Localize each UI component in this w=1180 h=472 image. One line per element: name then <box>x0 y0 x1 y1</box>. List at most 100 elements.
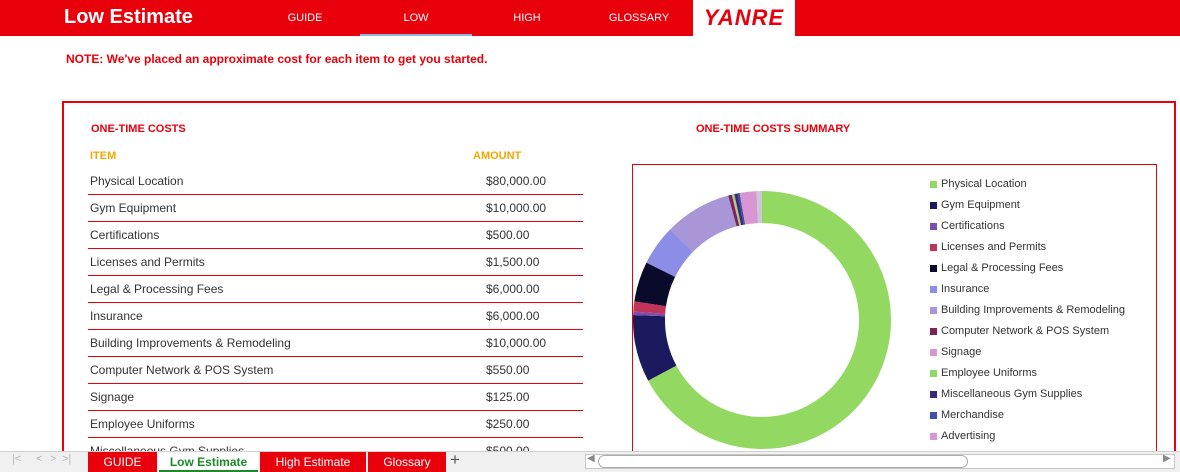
legend-swatch <box>930 370 937 377</box>
legend-label: Signage <box>941 346 982 358</box>
note-text: NOTE: We've placed an approximate cost f… <box>66 52 488 66</box>
legend-label: Legal & Processing Fees <box>941 262 1064 274</box>
row-amount: $6,000.00 <box>486 309 540 323</box>
legend-item: Gym Equipment <box>930 199 1170 213</box>
tab-glossary[interactable]: GLOSSARY <box>600 0 678 36</box>
last-sheet-icon[interactable]: >| <box>62 453 71 465</box>
legend-swatch <box>930 328 937 335</box>
legend-swatch <box>930 181 937 188</box>
donut-slice <box>739 191 759 225</box>
legend-item: Advertising <box>930 430 1170 444</box>
tab-low[interactable]: LOW <box>360 0 472 36</box>
legend-item: Merchandise <box>930 409 1170 423</box>
scroll-left-icon[interactable]: ◀ <box>587 453 595 464</box>
table-row: Certifications $500.00 <box>88 222 583 249</box>
col-amount-header: AMOUNT <box>473 150 522 162</box>
legend-label: Gym Equipment <box>941 199 1020 211</box>
table-row: Insurance $6,000.00 <box>88 303 583 330</box>
row-amount: $80,000.00 <box>486 174 547 188</box>
table-row: Legal & Processing Fees $6,000.00 <box>88 276 583 303</box>
legend-item: Certifications <box>930 220 1170 234</box>
row-amount: $550.00 <box>486 363 530 377</box>
table-row: Licenses and Permits $1,500.00 <box>88 249 583 276</box>
legend-item: Computer Network & POS System <box>930 325 1170 339</box>
chart-title: ONE-TIME COSTS SUMMARY <box>696 123 851 135</box>
donut-slice <box>728 194 740 227</box>
row-amount: $1,500.00 <box>486 255 540 269</box>
legend-swatch <box>930 244 937 251</box>
row-item: Gym Equipment <box>90 201 177 215</box>
row-item: Legal & Processing Fees <box>90 282 224 296</box>
row-amount: $10,000.00 <box>486 336 547 350</box>
table-row: Building Improvements & Remodeling $10,00… <box>88 330 583 357</box>
legend-swatch <box>930 349 937 356</box>
legend-item: Signage <box>930 346 1170 360</box>
legend-label: Advertising <box>941 430 996 442</box>
page-title: Low Estimate <box>64 6 193 28</box>
prev-sheet-icon[interactable]: < <box>36 453 42 465</box>
sheet-tab-guide[interactable]: GUIDE <box>88 452 157 472</box>
donut-slice <box>646 229 694 278</box>
donut-slice <box>633 315 677 381</box>
row-item: Signage <box>90 390 135 404</box>
table-row: Computer Network & POS System $550.00 <box>88 357 583 384</box>
row-item: Licenses and Permits <box>90 255 205 269</box>
legend-swatch <box>930 307 937 314</box>
legend-label: Merchandise <box>941 409 1004 421</box>
legend-item: Licenses and Permits <box>930 241 1170 255</box>
donut-slice <box>634 262 676 307</box>
first-sheet-icon[interactable]: |< <box>12 453 21 465</box>
legend-label: Certifications <box>941 220 1005 232</box>
legend-label: Insurance <box>941 283 990 295</box>
row-amount: $125.00 <box>486 390 530 404</box>
donut-slice <box>734 193 744 226</box>
legend-label: Building Improvements & Remodeling <box>941 304 1126 316</box>
sheet-tab-low-estimate[interactable]: Low Estimate <box>159 452 258 472</box>
row-item: Physical Location <box>90 174 184 188</box>
row-amount: $10,000.00 <box>486 201 547 215</box>
table-row: Physical Location $80,000.00 <box>88 168 583 195</box>
row-item: Certifications <box>90 228 160 242</box>
logo-text: YANRE <box>703 5 785 30</box>
tab-high[interactable]: HIGH <box>492 0 562 36</box>
legend-swatch <box>930 202 937 209</box>
row-item: Computer Network & POS System <box>90 363 274 377</box>
legend-label: Computer Network & POS System <box>941 325 1110 337</box>
legend-label: Physical Location <box>941 178 1027 190</box>
row-amount: $6,000.00 <box>486 282 540 296</box>
next-sheet-icon[interactable]: > <box>50 453 56 465</box>
table-row: Gym Equipment $10,000.00 <box>88 195 583 222</box>
costs-title: ONE-TIME COSTS <box>91 123 186 135</box>
logo: YANRE <box>693 0 795 36</box>
table-row: Signage $125.00 <box>88 384 583 411</box>
legend-swatch <box>930 286 937 293</box>
donut-chart <box>633 191 891 449</box>
tab-guide[interactable]: GUIDE <box>270 0 340 36</box>
donut-slice <box>633 301 667 314</box>
row-amount: $500.00 <box>486 228 530 242</box>
row-item: Building Improvements & Remodeling <box>90 336 291 350</box>
row-item: Employee Uniforms <box>90 417 195 431</box>
legend-label: Employee Uniforms <box>941 367 1037 379</box>
scrollbar-thumb[interactable] <box>598 455 968 468</box>
legend-swatch <box>930 265 937 272</box>
legend-swatch <box>930 391 937 398</box>
legend-label: Miscellaneous Gym Supplies <box>941 388 1083 400</box>
row-amount: $250.00 <box>486 417 530 431</box>
legend-item: Insurance <box>930 283 1170 297</box>
sheet-tab-high-estimate[interactable]: High Estimate <box>260 452 366 472</box>
donut-slice <box>670 195 738 253</box>
legend-item: Building Improvements & Remodeling <box>930 304 1170 318</box>
legend-item: Miscellaneous Gym Supplies <box>930 388 1170 402</box>
add-sheet-button[interactable]: + <box>450 450 460 470</box>
col-item-header: ITEM <box>90 150 117 162</box>
legend-item: Legal & Processing Fees <box>930 262 1170 276</box>
sheet-tab-glossary[interactable]: Glossary <box>368 452 446 472</box>
legend-swatch <box>930 223 937 230</box>
legend-swatch <box>930 433 937 440</box>
row-item: Insurance <box>90 309 143 323</box>
legend-item: Physical Location <box>930 178 1170 192</box>
legend-label: Licenses and Permits <box>941 241 1047 253</box>
scroll-right-icon[interactable]: ▶ <box>1163 453 1171 464</box>
legend-item: Employee Uniforms <box>930 367 1170 381</box>
